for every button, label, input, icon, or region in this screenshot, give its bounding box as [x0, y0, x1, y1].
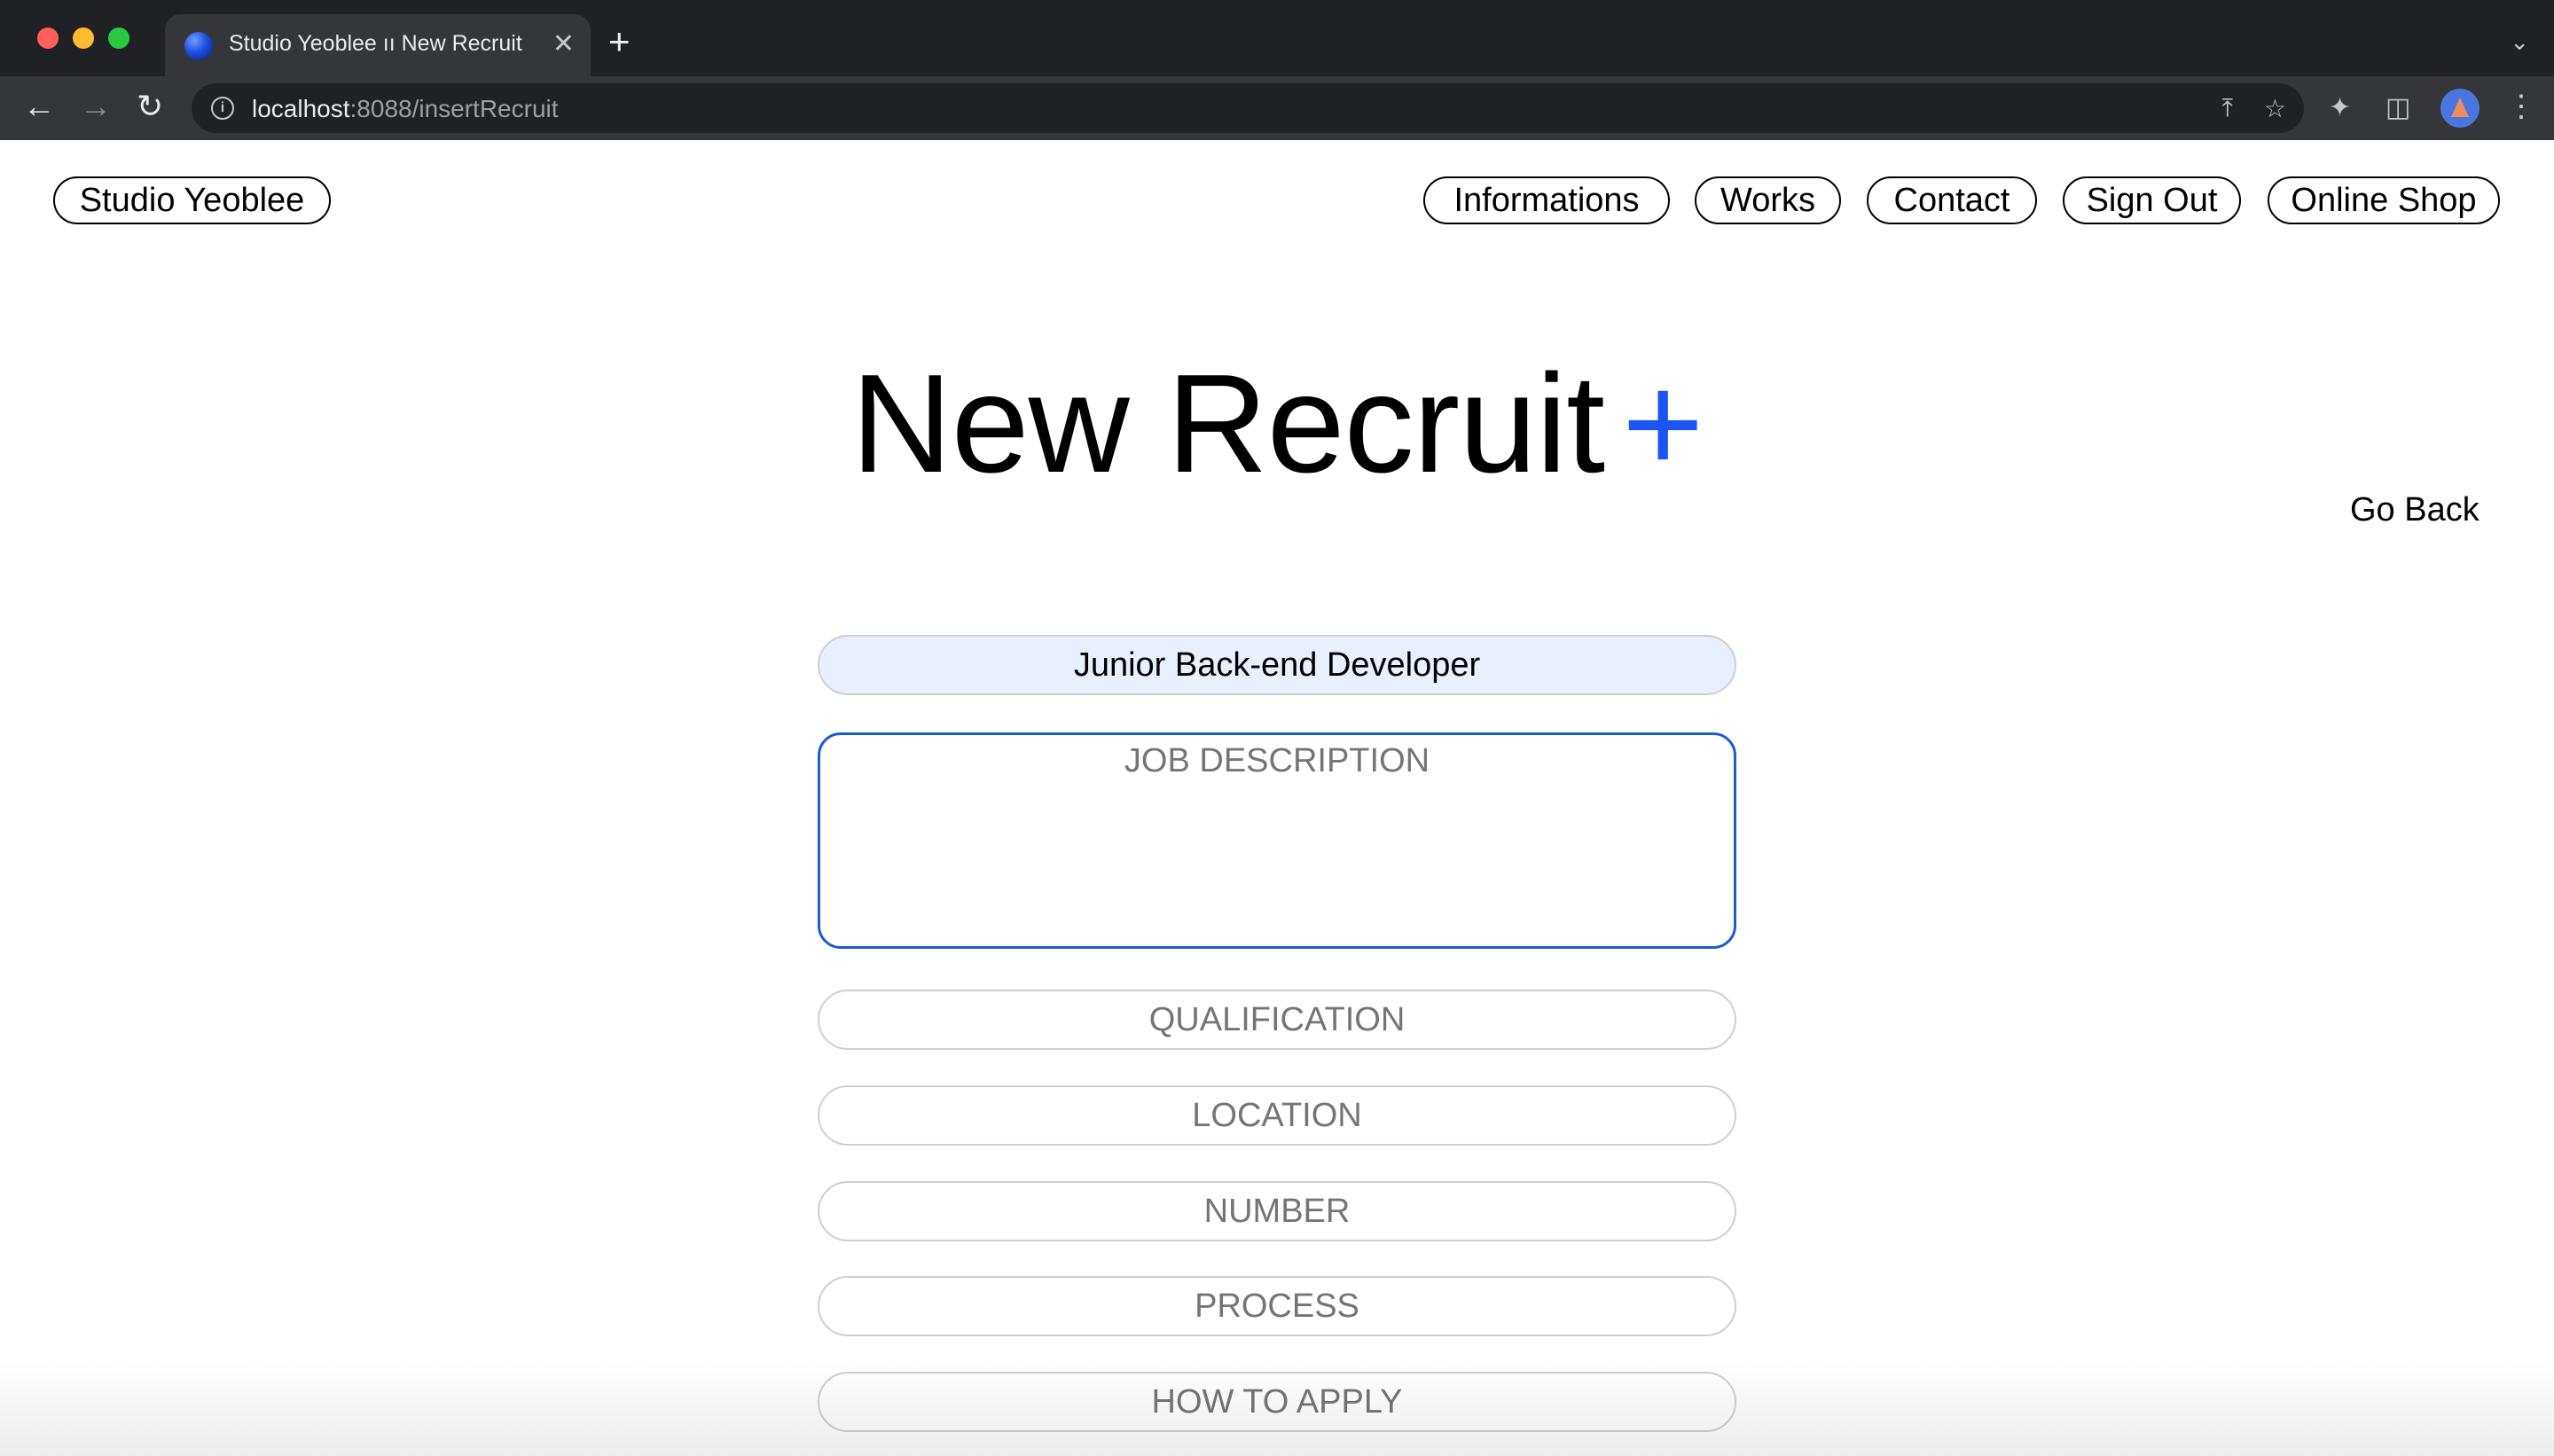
tab-search-chevron-icon[interactable]: ⌄ — [2510, 28, 2529, 56]
url-text[interactable]: localhost:8088/insertRecruit — [252, 95, 559, 123]
share-icon[interactable]: ⤒ — [2222, 94, 2233, 123]
star-icon[interactable]: ☆ — [2264, 94, 2286, 123]
profile-avatar[interactable] — [2440, 89, 2480, 128]
close-window-button[interactable] — [37, 27, 59, 49]
page-title: New Recruit + — [0, 353, 2554, 495]
page-title-text: New Recruit — [850, 346, 1605, 502]
reload-icon[interactable]: ↻ — [137, 89, 163, 124]
browser-tab-active[interactable]: Studio Yeoblee ıı New Recruit ✕ — [165, 14, 591, 76]
forward-arrow-icon[interactable]: → — [80, 89, 112, 124]
nav-online-shop[interactable]: Online Shop — [2268, 176, 2500, 224]
nav-works[interactable]: Works — [1695, 176, 1841, 224]
extensions-icon[interactable]: ✦ — [2329, 92, 2351, 123]
url-path: :8088/insertRecruit — [349, 95, 559, 122]
go-back-link[interactable]: Go Back — [2350, 491, 2480, 529]
close-tab-icon[interactable]: ✕ — [552, 28, 575, 60]
url-host: localhost — [252, 95, 350, 122]
back-arrow-icon[interactable]: ← — [23, 89, 55, 124]
job-title-input[interactable] — [818, 635, 1736, 695]
globe-favicon-icon — [184, 32, 213, 60]
nav-contact[interactable]: Contact — [1867, 176, 2037, 224]
nav-informations[interactable]: Informations — [1423, 176, 1670, 224]
tab-title: Studio Yeoblee ıı New Recruit — [229, 31, 522, 56]
zoom-window-button[interactable] — [108, 27, 129, 49]
minimize-window-button[interactable] — [73, 27, 94, 49]
side-panel-icon[interactable]: ◫ — [2386, 92, 2410, 123]
location-input[interactable] — [818, 1085, 1736, 1146]
how-to-apply-input[interactable] — [818, 1372, 1736, 1432]
address-bar[interactable]: i localhost:8088/insertRecruit ⤒ ☆ — [192, 83, 2304, 133]
browser-titlebar: Studio Yeoblee ıı New Recruit ✕ + ⌄ — [0, 0, 2554, 76]
page-viewport: Studio Yeoblee Informations Works Contac… — [0, 140, 2554, 1456]
browser-toolbar: ← → ↻ i localhost:8088/insertRecruit ⤒ ☆… — [0, 76, 2554, 140]
process-input[interactable] — [818, 1276, 1736, 1336]
plus-icon: + — [1622, 346, 1704, 502]
job-description-textarea[interactable] — [818, 732, 1736, 949]
nav-sign-out[interactable]: Sign Out — [2063, 176, 2241, 224]
info-icon[interactable]: i — [211, 97, 234, 120]
qualification-input[interactable] — [818, 990, 1736, 1050]
brand-logo-button[interactable]: Studio Yeoblee — [53, 176, 331, 224]
kebab-menu-icon[interactable]: ⋮ — [2506, 89, 2536, 124]
number-input[interactable] — [818, 1181, 1736, 1241]
new-tab-button[interactable]: + — [608, 23, 631, 60]
